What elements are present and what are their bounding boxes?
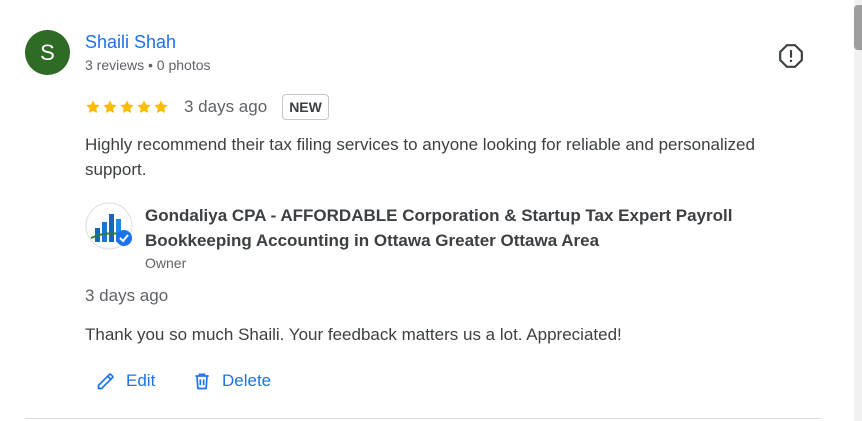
new-badge: NEW bbox=[282, 94, 329, 120]
report-icon[interactable] bbox=[778, 43, 804, 69]
review-divider bbox=[25, 418, 821, 419]
delete-label: Delete bbox=[222, 371, 272, 390]
edit-label: Edit bbox=[126, 371, 156, 390]
scrollbar-track[interactable] bbox=[854, 0, 862, 421]
star-icon bbox=[103, 100, 117, 114]
star-icon bbox=[154, 100, 168, 114]
reply-date: 3 days ago bbox=[85, 286, 169, 305]
rating-row: 3 days ago NEW bbox=[85, 92, 329, 122]
pencil-icon bbox=[97, 373, 114, 390]
star-rating bbox=[85, 99, 169, 115]
owner-business-name: Gondaliya CPA - AFFORDABLE Corporation &… bbox=[145, 206, 733, 250]
review-date: 3 days ago bbox=[184, 97, 268, 116]
star-icon bbox=[120, 100, 134, 114]
owner-role: Owner bbox=[145, 255, 187, 271]
delete-button[interactable]: Delete bbox=[192, 367, 271, 395]
edit-button[interactable]: Edit bbox=[96, 367, 155, 395]
review-text: Highly recommend their tax filing servic… bbox=[85, 135, 755, 179]
reviewer-avatar[interactable]: S bbox=[25, 30, 70, 75]
business-logo bbox=[85, 202, 133, 250]
trash-icon bbox=[195, 373, 209, 390]
star-icon bbox=[137, 100, 151, 114]
reviewer-meta: 3 reviews • 0 photos bbox=[85, 57, 211, 73]
star-icon bbox=[86, 100, 100, 114]
scrollbar-thumb[interactable] bbox=[854, 5, 862, 50]
reviewer-name[interactable]: Shaili Shah bbox=[85, 32, 176, 53]
reply-text: Thank you so much Shaili. Your feedback … bbox=[85, 325, 622, 344]
